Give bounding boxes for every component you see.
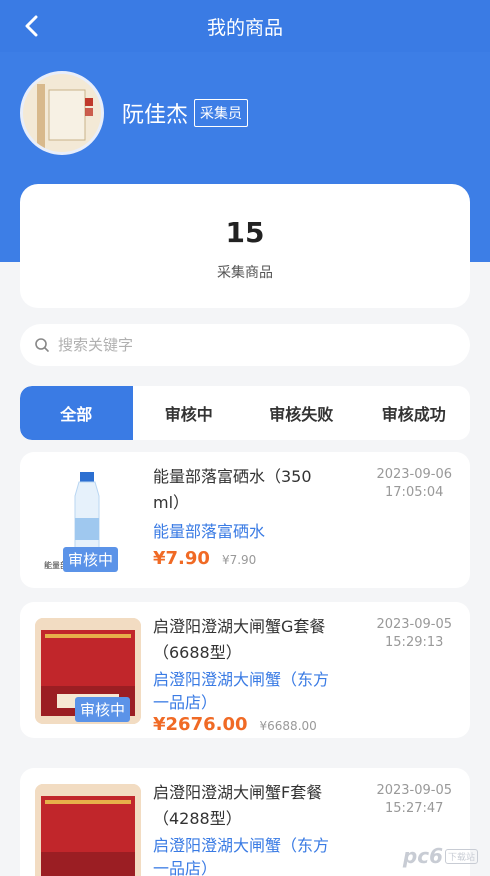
product-name: 启澄阳澄湖大闸蟹F套餐（4288型） [153,783,323,828]
tab-review-failed[interactable]: 审核失败 [245,386,358,440]
collected-count: 15 [225,216,265,249]
search-input[interactable] [58,336,438,354]
tab-reviewing[interactable]: 审核中 [133,386,246,440]
date: 2023-09-06 [376,467,452,482]
product-name: 启澄阳澄湖大闸蟹G套餐（6688型） [153,617,326,662]
shop-name[interactable]: 启澄阳澄湖大闸蟹（东方一品店） [153,668,333,714]
back-button[interactable] [18,12,46,40]
watermark-text: pc6 [402,844,443,868]
status-badge: 审核中 [75,697,131,722]
avatar[interactable] [20,71,104,155]
collected-label: 采集商品 [217,265,273,281]
original-price: ¥7.90 [221,553,257,567]
product-name: 能量部落富硒水（350 ml） [153,467,312,512]
product-thumbnail: 能量部落 审核中 [35,468,141,574]
watermark: pc6 下载站 [403,844,478,868]
timestamp: 2023-09-05 15:29:13 [376,616,452,652]
stats-card: 15 采集商品 [20,184,470,308]
product-card[interactable]: 能量部落 审核中 能量部落富硒水（350 ml） 能量部落富硒水 ¥7.90 ¥… [20,452,470,588]
price-row: ¥7.90 ¥7.90 [153,548,256,569]
price-row: ¥2676.00 ¥6688.00 [153,714,317,735]
timestamp: 2023-09-06 17:05:04 [376,466,452,502]
top-bar: 我的商品 [0,0,490,52]
shop-name[interactable]: 启澄阳澄湖大闸蟹（东方一品店） [153,834,333,876]
crab-giftbox-image [35,784,141,876]
status-tabs: 全部 审核中 审核失败 审核成功 [20,386,470,440]
time: 15:29:13 [385,635,444,650]
time: 17:05:04 [385,485,444,500]
search-bar[interactable] [20,324,470,366]
role-badge: 采集员 [194,99,249,127]
time: 15:27:47 [385,801,444,816]
status-badge: 审核中 [63,547,119,572]
avatar-image [23,74,101,152]
chevron-left-icon [25,15,38,37]
date: 2023-09-05 [376,617,452,632]
product-thumbnail [35,784,141,876]
user-name: 阮佳杰 [122,103,189,128]
product-card[interactable]: 审核中 启澄阳澄湖大闸蟹G套餐（6688型） 启澄阳澄湖大闸蟹（东方一品店） ¥… [20,602,470,738]
sale-price: ¥7.90 [153,548,210,569]
search-icon [35,338,49,352]
profile-section: 阮佳杰 采集员 [20,71,249,155]
date: 2023-09-05 [376,783,452,798]
timestamp: 2023-09-05 15:27:47 [376,782,452,818]
product-thumbnail: 审核中 [35,618,141,724]
tab-all[interactable]: 全部 [20,386,133,440]
page-title: 我的商品 [206,16,283,39]
sale-price: ¥2676.00 [153,714,248,735]
original-price: ¥6688.00 [259,719,317,733]
shop-name[interactable]: 能量部落富硒水 [153,520,353,543]
watermark-sub: 下载站 [444,848,478,864]
tab-review-success[interactable]: 审核成功 [358,386,471,440]
